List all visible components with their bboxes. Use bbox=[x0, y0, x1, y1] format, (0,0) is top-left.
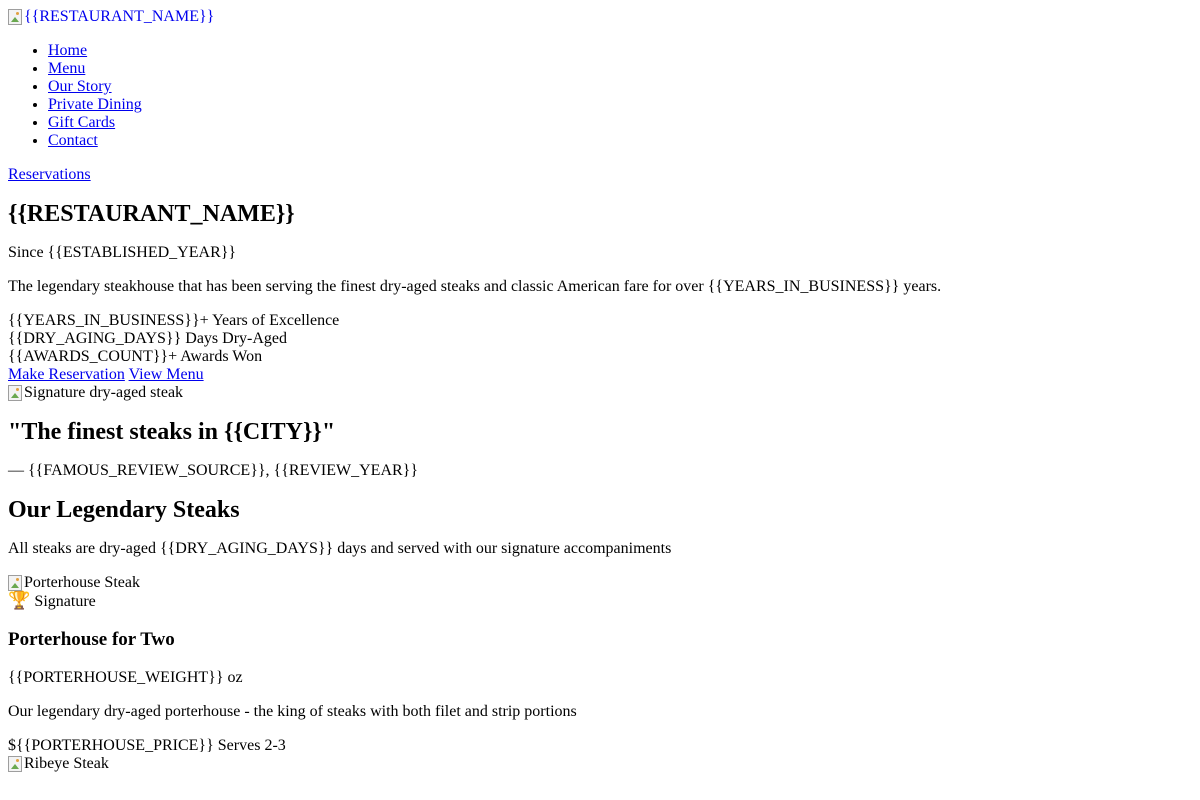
steak-price-row: ${{PORTERHOUSE_PRICE}} Serves 2-3 bbox=[8, 737, 1192, 755]
stat-awards-label: Awards Won bbox=[177, 348, 263, 365]
since-text: Since {{ESTABLISHED_YEAR}} bbox=[8, 244, 237, 261]
steak-card-porterhouse: Porterhouse Steak 🏆 Signature Porterhous… bbox=[8, 574, 1192, 755]
hero-tagline: The legendary steakhouse that has been s… bbox=[8, 278, 942, 295]
broken-image-icon bbox=[8, 9, 22, 25]
view-menu-button[interactable]: View Menu bbox=[129, 366, 204, 383]
signature-badge-label: Signature bbox=[30, 593, 96, 610]
logo-image: {{RESTAURANT_NAME}} bbox=[8, 8, 214, 26]
site-header: {{RESTAURANT_NAME}} Home Menu Our Story … bbox=[8, 8, 1192, 184]
porterhouse-image-alt: Porterhouse Steak bbox=[24, 574, 140, 591]
steaks-subtitle: All steaks are dry-aged {{DRY_AGING_DAYS… bbox=[8, 540, 672, 557]
hero-image-wrap: Signature dry-aged steak bbox=[8, 384, 1192, 402]
logo-link[interactable]: {{RESTAURANT_NAME}} bbox=[8, 8, 214, 25]
ribeye-image-alt: Ribeye Steak bbox=[24, 755, 109, 772]
logo-alt-text: {{RESTAURANT_NAME}} bbox=[24, 8, 215, 25]
restaurant-title: {{RESTAURANT_NAME}} bbox=[8, 201, 295, 227]
review-section: "The finest steaks in {{CITY}}" — {{FAMO… bbox=[8, 418, 1192, 480]
nav-item-private-dining: Private Dining bbox=[48, 96, 1192, 114]
nav-item-our-story: Our Story bbox=[48, 78, 1192, 96]
make-reservation-button[interactable]: Make Reservation bbox=[8, 366, 125, 383]
ribeye-image: Ribeye Steak bbox=[8, 755, 109, 773]
broken-image-icon bbox=[8, 756, 22, 772]
steak-description: Our legendary dry-aged porterhouse - the… bbox=[8, 703, 577, 720]
stat-years-value: {{YEARS_IN_BUSINESS}}+ bbox=[8, 312, 209, 329]
steak-price: ${{PORTERHOUSE_PRICE}} bbox=[8, 737, 214, 754]
trophy-icon: 🏆 bbox=[8, 590, 31, 611]
reservations-link[interactable]: Reservations bbox=[8, 166, 91, 183]
nav-item-home: Home bbox=[48, 42, 1192, 60]
steak-serves: Serves 2-3 bbox=[213, 737, 286, 754]
signature-badge: 🏆 Signature bbox=[8, 592, 1192, 611]
nav-item-contact: Contact bbox=[48, 132, 1192, 150]
steaks-title: Our Legendary Steaks bbox=[8, 497, 240, 523]
stat-dry-aged-value: {{DRY_AGING_DAYS}} bbox=[8, 330, 182, 347]
nav-link-menu[interactable]: Menu bbox=[48, 60, 85, 77]
hero-image: Signature dry-aged steak bbox=[8, 384, 183, 402]
hero-cta-row: Make Reservation View Menu bbox=[8, 366, 1192, 384]
nav-link-home[interactable]: Home bbox=[48, 42, 87, 59]
broken-image-icon bbox=[8, 575, 22, 591]
hero-image-alt: Signature dry-aged steak bbox=[24, 384, 184, 401]
steaks-section: Our Legendary Steaks All steaks are dry-… bbox=[8, 496, 1192, 773]
stat-years-label: Years of Excellence bbox=[208, 312, 340, 329]
steak-name: Porterhouse for Two bbox=[8, 629, 175, 650]
hero-stats: {{YEARS_IN_BUSINESS}}+ Years of Excellen… bbox=[8, 312, 1192, 366]
steak-weight: {{PORTERHOUSE_WEIGHT}} oz bbox=[8, 669, 243, 686]
stat-awards: {{AWARDS_COUNT}}+ Awards Won bbox=[8, 348, 1192, 366]
review-quote: "The finest steaks in {{CITY}}" bbox=[8, 419, 336, 445]
nav-link-private-dining[interactable]: Private Dining bbox=[48, 96, 142, 113]
stat-dry-aged: {{DRY_AGING_DAYS}} Days Dry-Aged bbox=[8, 330, 1192, 348]
broken-image-icon bbox=[8, 385, 22, 401]
stat-dry-aged-label: Days Dry-Aged bbox=[181, 330, 288, 347]
nav-item-menu: Menu bbox=[48, 60, 1192, 78]
nav-item-gift-cards: Gift Cards bbox=[48, 114, 1192, 132]
nav-link-contact[interactable]: Contact bbox=[48, 132, 98, 149]
page: {{RESTAURANT_NAME}} Home Menu Our Story … bbox=[8, 0, 1192, 773]
nav-link-our-story[interactable]: Our Story bbox=[48, 78, 112, 95]
review-source: — {{FAMOUS_REVIEW_SOURCE}}, {{REVIEW_YEA… bbox=[8, 462, 419, 479]
hero-section: {{RESTAURANT_NAME}} Since {{ESTABLISHED_… bbox=[8, 200, 1192, 402]
stat-years: {{YEARS_IN_BUSINESS}}+ Years of Excellen… bbox=[8, 312, 1192, 330]
main-nav: Home Menu Our Story Private Dining Gift … bbox=[8, 42, 1192, 150]
steak-card-ribeye: Ribeye Steak bbox=[8, 755, 1192, 773]
stat-awards-value: {{AWARDS_COUNT}}+ bbox=[8, 348, 178, 365]
nav-link-gift-cards[interactable]: Gift Cards bbox=[48, 114, 115, 131]
